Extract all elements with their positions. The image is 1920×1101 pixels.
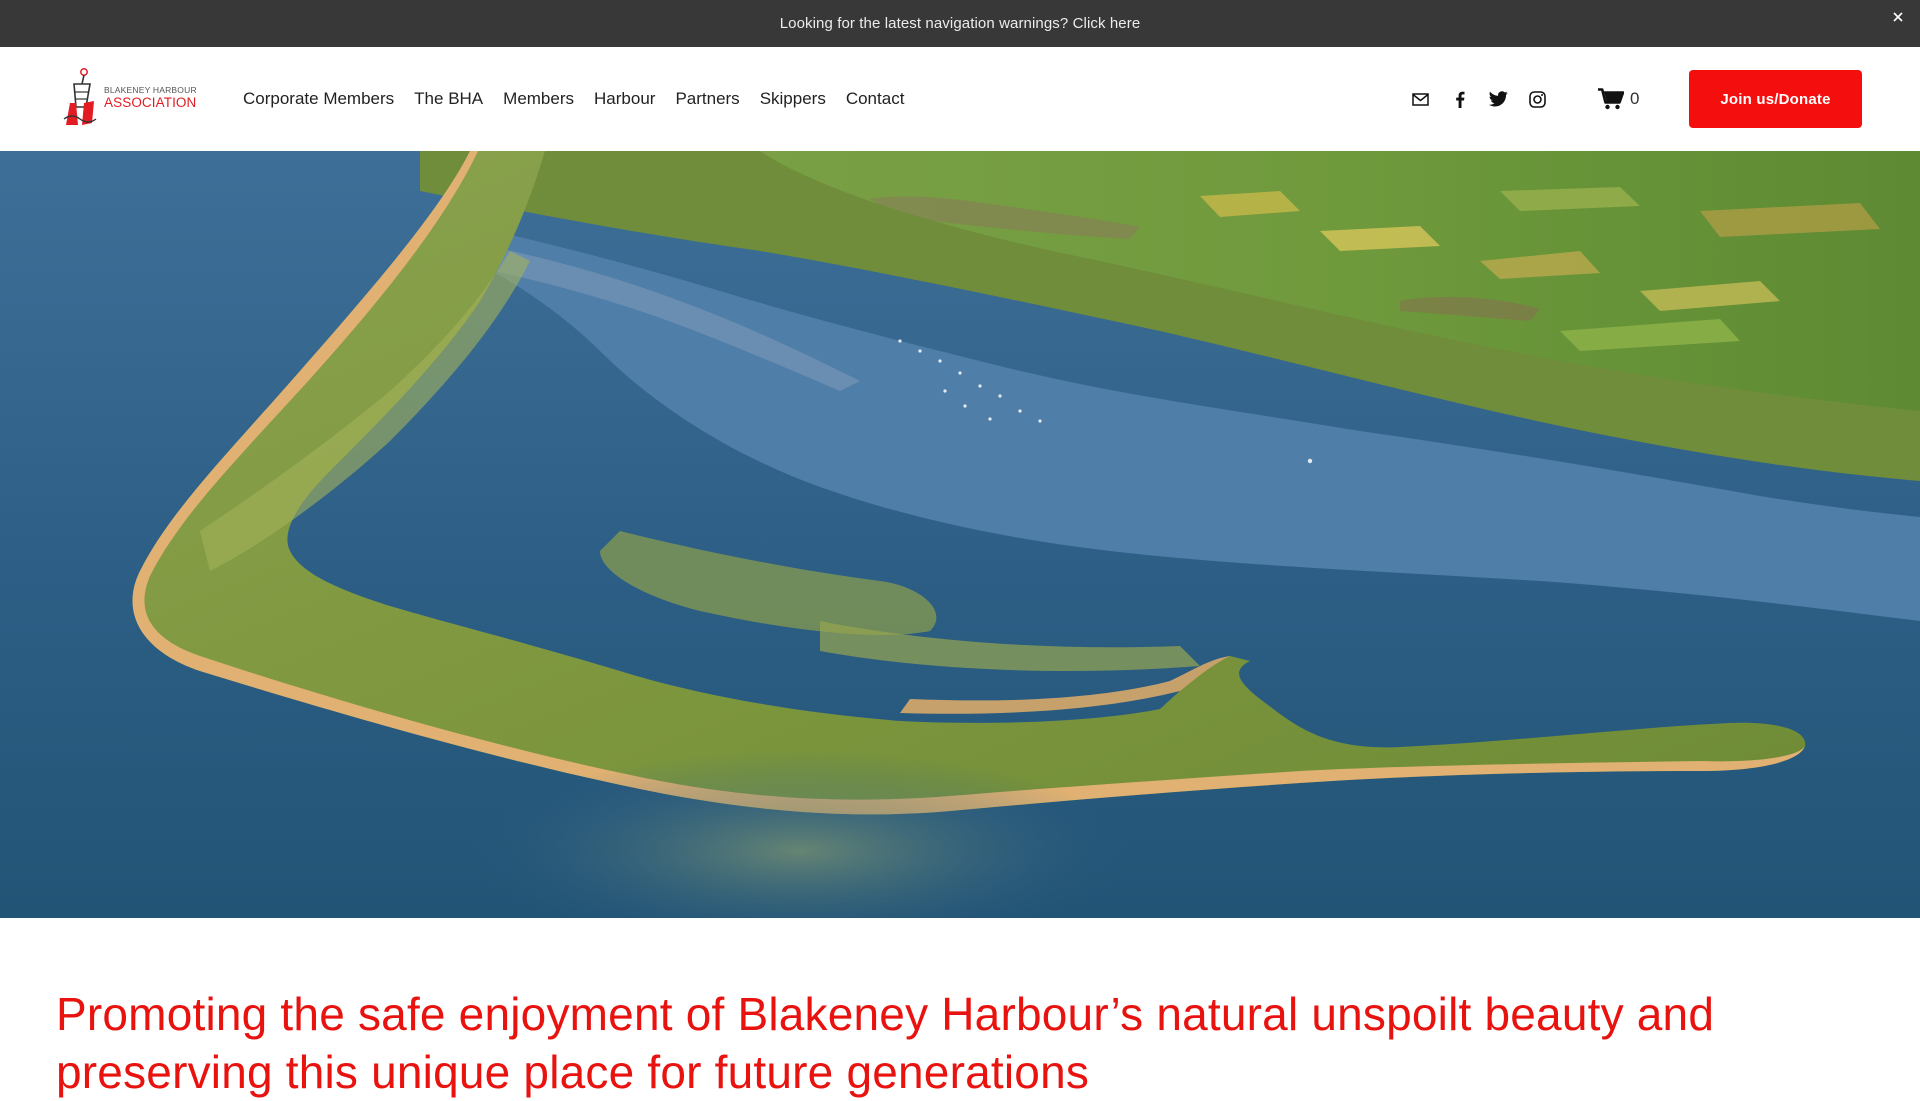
site-header: BLAKENEY HARBOUR ASSOCIATION Corporate M… [0,47,1920,151]
nav-harbour[interactable]: Harbour [594,89,655,109]
nav-corporate-members[interactable]: Corporate Members [243,89,394,109]
logo-text-line1: BLAKENEY HARBOUR [104,85,197,95]
social-links [1411,47,1547,151]
facebook-icon[interactable] [1450,90,1469,109]
join-donate-button[interactable]: Join us/Donate [1689,70,1862,128]
nav-contact[interactable]: Contact [846,89,905,109]
nav-the-bha[interactable]: The BHA [414,89,483,109]
intro-heading: Promoting the safe enjoyment of Blakeney… [56,988,1715,1098]
cart-icon [1598,88,1624,110]
twitter-icon[interactable] [1489,90,1508,109]
main-nav: Corporate Members The BHA Members Harbou… [243,47,924,151]
nav-skippers[interactable]: Skippers [760,89,826,109]
announcement-link[interactable]: Looking for the latest navigation warnin… [780,15,1141,32]
announcement-bar: Looking for the latest navigation warnin… [0,0,1920,47]
buoy-logo-icon [63,68,97,125]
hero-image [0,151,1920,918]
logo-text-line2: ASSOCIATION [104,95,197,110]
nav-partners[interactable]: Partners [675,89,739,109]
cart-count: 0 [1630,89,1640,108]
nav-members[interactable]: Members [503,89,574,109]
email-icon[interactable] [1411,90,1430,109]
site-logo[interactable]: BLAKENEY HARBOUR ASSOCIATION [62,67,197,129]
close-icon[interactable] [1890,9,1906,25]
cart-button[interactable]: 0 [1598,85,1639,113]
instagram-icon[interactable] [1528,90,1547,109]
aerial-photo [0,151,1920,918]
